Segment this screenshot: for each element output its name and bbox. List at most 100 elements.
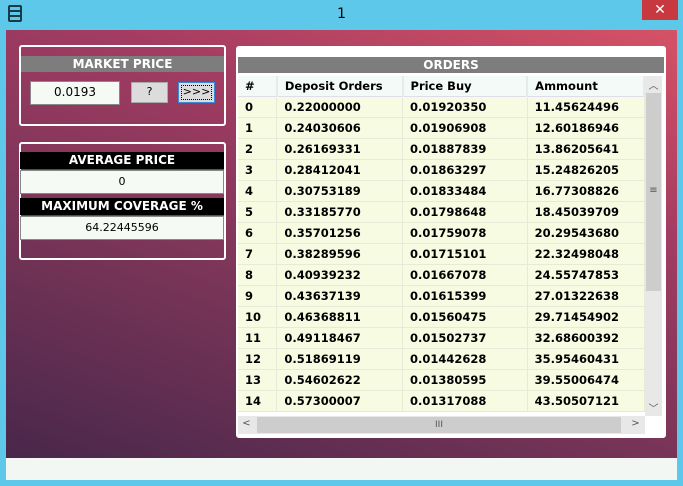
vertical-scrollbar[interactable]: ︿ ≡ ﹀	[645, 76, 662, 416]
table-row[interactable]: 9 0.43637139 0.01615399 27.01322638	[238, 285, 645, 307]
table-cell: 3	[238, 159, 278, 181]
table-cell: 22.32498048	[527, 243, 645, 265]
table-cell: 0.01560475	[402, 306, 528, 328]
table-cell: 0.01833484	[402, 180, 528, 202]
table-cell: 0.46368811	[276, 306, 404, 328]
column-header-amount[interactable]: Ammount	[527, 76, 645, 97]
table-cell: 0.35701256	[276, 222, 404, 244]
table-cell: 0.01920350	[402, 96, 528, 118]
maximum-coverage-title: MAXIMUM COVERAGE %	[20, 198, 224, 215]
table-cell: 43.50507121	[527, 390, 645, 412]
table-cell: 1	[238, 117, 278, 139]
table-cell: 24.55747853	[527, 264, 645, 286]
table-cell: 29.71454902	[527, 306, 645, 328]
scroll-left-icon[interactable]: <	[238, 418, 255, 429]
table-cell: 7	[238, 243, 278, 265]
table-cell: 0.30753189	[276, 180, 404, 202]
table-cell: 39.55006474	[527, 369, 645, 391]
orders-table: # Deposit Orders Price Buy Ammount 0 0.22…	[238, 76, 645, 412]
table-row[interactable]: 4 0.30753189 0.01833484 16.77308826	[238, 180, 645, 202]
table-cell: 0.54602622	[276, 369, 404, 391]
table-row[interactable]: 6 0.35701256 0.01759078 20.29543680	[238, 222, 645, 244]
table-row[interactable]: 1 0.24030606 0.01906908 12.60186946	[238, 117, 645, 139]
average-price-title: AVERAGE PRICE	[20, 152, 224, 169]
maximum-coverage-value: 64.22445596	[20, 216, 224, 240]
table-cell: 4	[238, 180, 278, 202]
table-cell: 0.43637139	[276, 285, 404, 307]
column-header-deposit-orders[interactable]: Deposit Orders	[276, 76, 404, 97]
table-row[interactable]: 10 0.46368811 0.01560475 29.71454902	[238, 306, 645, 328]
table-cell: 11	[238, 327, 278, 349]
horizontal-scrollbar[interactable]: < III >	[238, 416, 645, 434]
table-cell: 0.01442628	[402, 348, 528, 370]
close-button[interactable]: ✕	[642, 0, 678, 20]
table-cell: 0.24030606	[276, 117, 404, 139]
table-cell: 11.45624496	[527, 96, 645, 118]
table-row[interactable]: 13 0.54602622 0.01380595 39.55006474	[238, 369, 645, 391]
table-cell: 0.33185770	[276, 201, 404, 223]
table-row[interactable]: 8 0.40939232 0.01667078 24.55747853	[238, 264, 645, 286]
vertical-scroll-thumb[interactable]: ≡	[646, 93, 661, 291]
table-cell: 18.45039709	[527, 201, 645, 223]
table-cell: 8	[238, 264, 278, 286]
scroll-up-icon[interactable]: ︿	[645, 77, 662, 92]
table-cell: 35.95460431	[527, 348, 645, 370]
market-price-title: MARKET PRICE	[21, 56, 224, 72]
window-title: 1	[337, 6, 346, 22]
table-cell: 0.01380595	[402, 369, 528, 391]
table-cell: 27.01322638	[527, 285, 645, 307]
table-cell: 15.24826205	[527, 159, 645, 181]
table-cell: 5	[238, 201, 278, 223]
table-cell: 0.01863297	[402, 159, 528, 181]
table-row[interactable]: 14 0.57300007 0.01317088 43.50507121	[238, 390, 645, 412]
title-bar: 1 ✕	[0, 0, 683, 30]
table-cell: 20.29543680	[527, 222, 645, 244]
table-row[interactable]: 12 0.51869119 0.01442628 35.95460431	[238, 348, 645, 370]
table-cell: 12.60186946	[527, 117, 645, 139]
table-cell: 0.51869119	[276, 348, 404, 370]
table-cell: 0.40939232	[276, 264, 404, 286]
table-row[interactable]: 0 0.22000000 0.01920350 11.45624496	[238, 96, 645, 118]
table-cell: 2	[238, 138, 278, 160]
horizontal-scroll-thumb[interactable]: III	[257, 417, 621, 433]
orders-title: ORDERS	[238, 57, 664, 73]
table-cell: 0.57300007	[276, 390, 404, 412]
table-cell: 0.01615399	[402, 285, 528, 307]
table-cell: 0.26169331	[276, 138, 404, 160]
table-cell: 12	[238, 348, 278, 370]
table-row[interactable]: 11 0.49118467 0.01502737 32.68600392	[238, 327, 645, 349]
market-price-input[interactable]: 0.0193	[30, 81, 120, 105]
table-cell: 0.01667078	[402, 264, 528, 286]
table-row[interactable]: 7 0.38289596 0.01715101 22.32498048	[238, 243, 645, 265]
help-button[interactable]: ?	[131, 82, 168, 103]
table-cell: 6	[238, 222, 278, 244]
table-cell: 0.01715101	[402, 243, 528, 265]
scroll-down-icon[interactable]: ﹀	[645, 400, 662, 415]
table-cell: 0.49118467	[276, 327, 404, 349]
table-row[interactable]: 5 0.33185770 0.01798648 18.45039709	[238, 201, 645, 223]
table-cell: 0.01906908	[402, 117, 528, 139]
table-row[interactable]: 3 0.28412041 0.01863297 15.24826205	[238, 159, 645, 181]
table-cell: 0.38289596	[276, 243, 404, 265]
table-cell: 9	[238, 285, 278, 307]
scroll-right-icon[interactable]: >	[627, 418, 644, 429]
table-cell: 0	[238, 96, 278, 118]
table-cell: 0.28412041	[276, 159, 404, 181]
table-header-row: # Deposit Orders Price Buy Ammount	[238, 76, 645, 97]
calculate-button[interactable]: >>>	[178, 82, 215, 103]
table-cell: 0.22000000	[276, 96, 404, 118]
status-bar	[6, 458, 677, 480]
average-price-value: 0	[20, 170, 224, 194]
table-cell: 0.01798648	[402, 201, 528, 223]
table-cell: 0.01317088	[402, 390, 528, 412]
table-cell: 13	[238, 369, 278, 391]
table-cell: 0.01887839	[402, 138, 528, 160]
table-row[interactable]: 2 0.26169331 0.01887839 13.86205641	[238, 138, 645, 160]
table-cell: 32.68600392	[527, 327, 645, 349]
table-cell: 0.01502737	[402, 327, 528, 349]
table-cell: 13.86205641	[527, 138, 645, 160]
column-header-index[interactable]: #	[238, 76, 278, 97]
table-cell: 10	[238, 306, 278, 328]
column-header-price-buy[interactable]: Price Buy	[402, 76, 529, 97]
table-cell: 14	[238, 390, 278, 412]
